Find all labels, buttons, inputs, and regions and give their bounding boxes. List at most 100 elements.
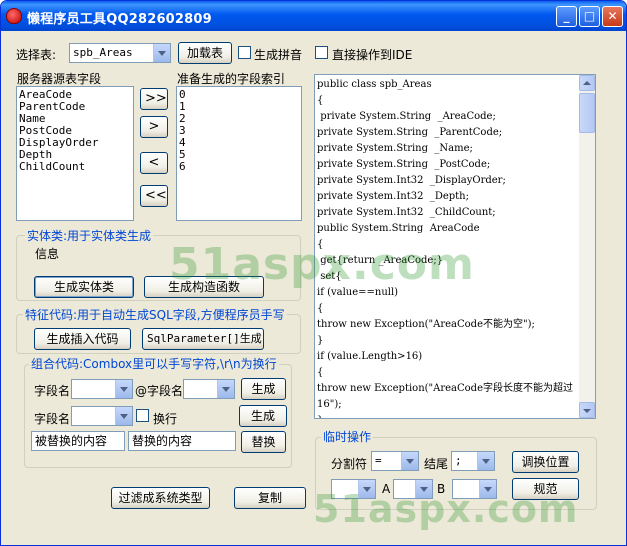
scroll-down-icon[interactable]: [579, 402, 595, 418]
b-label: B: [437, 482, 446, 496]
end-label: 结尾: [424, 457, 449, 471]
end-value: ;: [455, 454, 462, 467]
swap-position-button[interactable]: 调换位置: [512, 451, 579, 473]
direct-ide-checkbox[interactable]: [315, 46, 328, 59]
chevron-down-icon[interactable]: [115, 407, 132, 425]
list-item[interactable]: 5: [179, 149, 299, 161]
load-table-button[interactable]: 加载表: [178, 42, 232, 64]
replaced-text-input[interactable]: 被替换的内容: [31, 431, 125, 451]
code-line: {: [317, 367, 324, 378]
code-line: get{return _AreaCode;}: [317, 255, 444, 266]
code-line: private System.Int32 _Depth;: [317, 191, 469, 202]
generate-insert-button[interactable]: 生成插入代码: [34, 328, 131, 350]
code-line: }: [317, 335, 324, 346]
generate-pinyin-checkbox[interactable]: [238, 46, 251, 59]
table-select-value: spb_Areas: [73, 46, 133, 59]
end-select[interactable]: ;: [451, 451, 495, 471]
newline-label: 换行: [153, 412, 178, 426]
move-all-left-button[interactable]: <<: [140, 185, 168, 207]
chevron-down-icon[interactable]: [401, 452, 418, 470]
code-line: private System.Int32 _DisplayOrder;: [317, 175, 506, 186]
code-line: }: [317, 413, 579, 418]
move-left-button[interactable]: <: [140, 152, 168, 174]
index-fields-list[interactable]: 0 1 2 3 4 5 6: [176, 86, 302, 221]
field-name-label: 字段名: [34, 384, 71, 398]
code-line: private System.String _PostCode;: [317, 159, 491, 170]
field-name-label-2: 字段名: [34, 412, 71, 426]
source-fields-label: 服务器源表字段: [17, 72, 102, 86]
field-name-select[interactable]: [71, 379, 133, 399]
code-line: private System.Int32 _ChildCount;: [317, 207, 496, 218]
source-fields-list[interactable]: AreaCode ParentCode Name PostCode Displa…: [16, 86, 134, 221]
replace-button[interactable]: 替换: [241, 431, 286, 453]
chevron-down-icon[interactable]: [479, 480, 496, 498]
minimize-button[interactable]: _: [556, 6, 577, 27]
normalize-button[interactable]: 规范: [512, 478, 579, 500]
window-title: 懒程序员工具QQ282602809: [27, 12, 212, 27]
chevron-down-icon[interactable]: [415, 480, 432, 498]
code-line: private System.String _ParentCode;: [317, 127, 503, 138]
b-select[interactable]: [393, 479, 433, 499]
code-line: private System.String _Name;: [317, 143, 473, 154]
generate-constructor-button[interactable]: 生成构造函数: [144, 276, 264, 298]
code-line: public System.String AreaCode: [317, 223, 480, 234]
scroll-thumb[interactable]: [579, 93, 595, 133]
list-item[interactable]: 2: [179, 113, 299, 125]
code-line: if (value.Length>16): [317, 351, 423, 362]
sqlparameter-button[interactable]: SqlParameter[]生成: [142, 328, 264, 350]
at-field-name-select[interactable]: [183, 379, 235, 399]
scroll-up-icon[interactable]: [579, 75, 595, 91]
code-scrollbar[interactable]: [579, 75, 595, 418]
a-select[interactable]: [331, 479, 376, 499]
table-select[interactable]: spb_Areas: [69, 43, 171, 63]
temp-group-title: 临时操作: [321, 428, 374, 445]
move-all-right-button[interactable]: >>: [140, 88, 168, 110]
newline-checkbox[interactable]: [136, 409, 149, 422]
entity-group-title: 实体类:用于实体类生成: [25, 227, 154, 244]
code-line: public class spb_Areas: [317, 79, 432, 90]
chevron-down-icon[interactable]: [358, 480, 375, 498]
direct-ide-label: 直接操作到IDE: [332, 48, 413, 62]
close-button[interactable]: ✕: [602, 6, 623, 27]
code-output[interactable]: public class spb_Areas { private System.S…: [314, 74, 596, 419]
code-line: set{: [317, 271, 342, 282]
generate-combo-button[interactable]: 生成: [241, 378, 286, 400]
code-line: throw new Exception("AreaCode不能为空");: [317, 319, 535, 330]
filter-system-type-button[interactable]: 过滤成系统类型: [111, 487, 210, 509]
move-right-button[interactable]: >: [140, 116, 168, 138]
copy-button[interactable]: 复制: [234, 487, 306, 509]
c-select[interactable]: [452, 479, 497, 499]
code-line: {: [317, 95, 324, 106]
generate-combo-button-2[interactable]: 生成: [239, 405, 287, 427]
code-line: throw new Exception("AreaCode字段长度不能为超过16…: [317, 383, 574, 410]
chevron-down-icon[interactable]: [153, 44, 170, 62]
title-bar[interactable]: 懒程序员工具QQ282602809 _ □ ✕: [1, 1, 626, 31]
chevron-down-icon[interactable]: [477, 452, 494, 470]
chevron-down-icon[interactable]: [115, 380, 132, 398]
maximize-button[interactable]: □: [579, 6, 600, 27]
replace-text-input[interactable]: 替换的内容: [128, 431, 236, 451]
feature-group-title: 特征代码:用于自动生成SQL字段,方便程序员手写: [23, 306, 287, 323]
chevron-down-icon[interactable]: [217, 380, 234, 398]
list-item[interactable]: 3: [179, 125, 299, 137]
code-line: private System.String _AreaCode;: [317, 111, 496, 122]
combo-group-title: 组合代码:Combox里可以手写字符,\r\n为换行: [29, 355, 279, 372]
separator-label: 分割符: [331, 457, 368, 471]
entity-info-label: 信息: [35, 247, 60, 261]
code-lines: public class spb_Areas { private System.S…: [317, 77, 579, 418]
code-line: {: [317, 239, 324, 250]
field-name-select-2[interactable]: [71, 406, 133, 426]
select-table-label: 选择表:: [16, 48, 57, 62]
list-item[interactable]: 6: [179, 161, 299, 173]
code-line: {: [317, 303, 324, 314]
list-item[interactable]: 0: [179, 89, 299, 101]
separator-value: =: [375, 454, 382, 467]
generate-pinyin-label: 生成拼音: [254, 48, 303, 62]
app-icon: [6, 8, 22, 24]
generate-entity-button[interactable]: 生成实体类: [34, 276, 134, 298]
list-item[interactable]: 1: [179, 101, 299, 113]
list-item[interactable]: 4: [179, 137, 299, 149]
separator-select[interactable]: =: [371, 451, 419, 471]
list-item[interactable]: ChildCount: [19, 161, 131, 173]
at-field-name-label: @字段名: [135, 384, 184, 398]
